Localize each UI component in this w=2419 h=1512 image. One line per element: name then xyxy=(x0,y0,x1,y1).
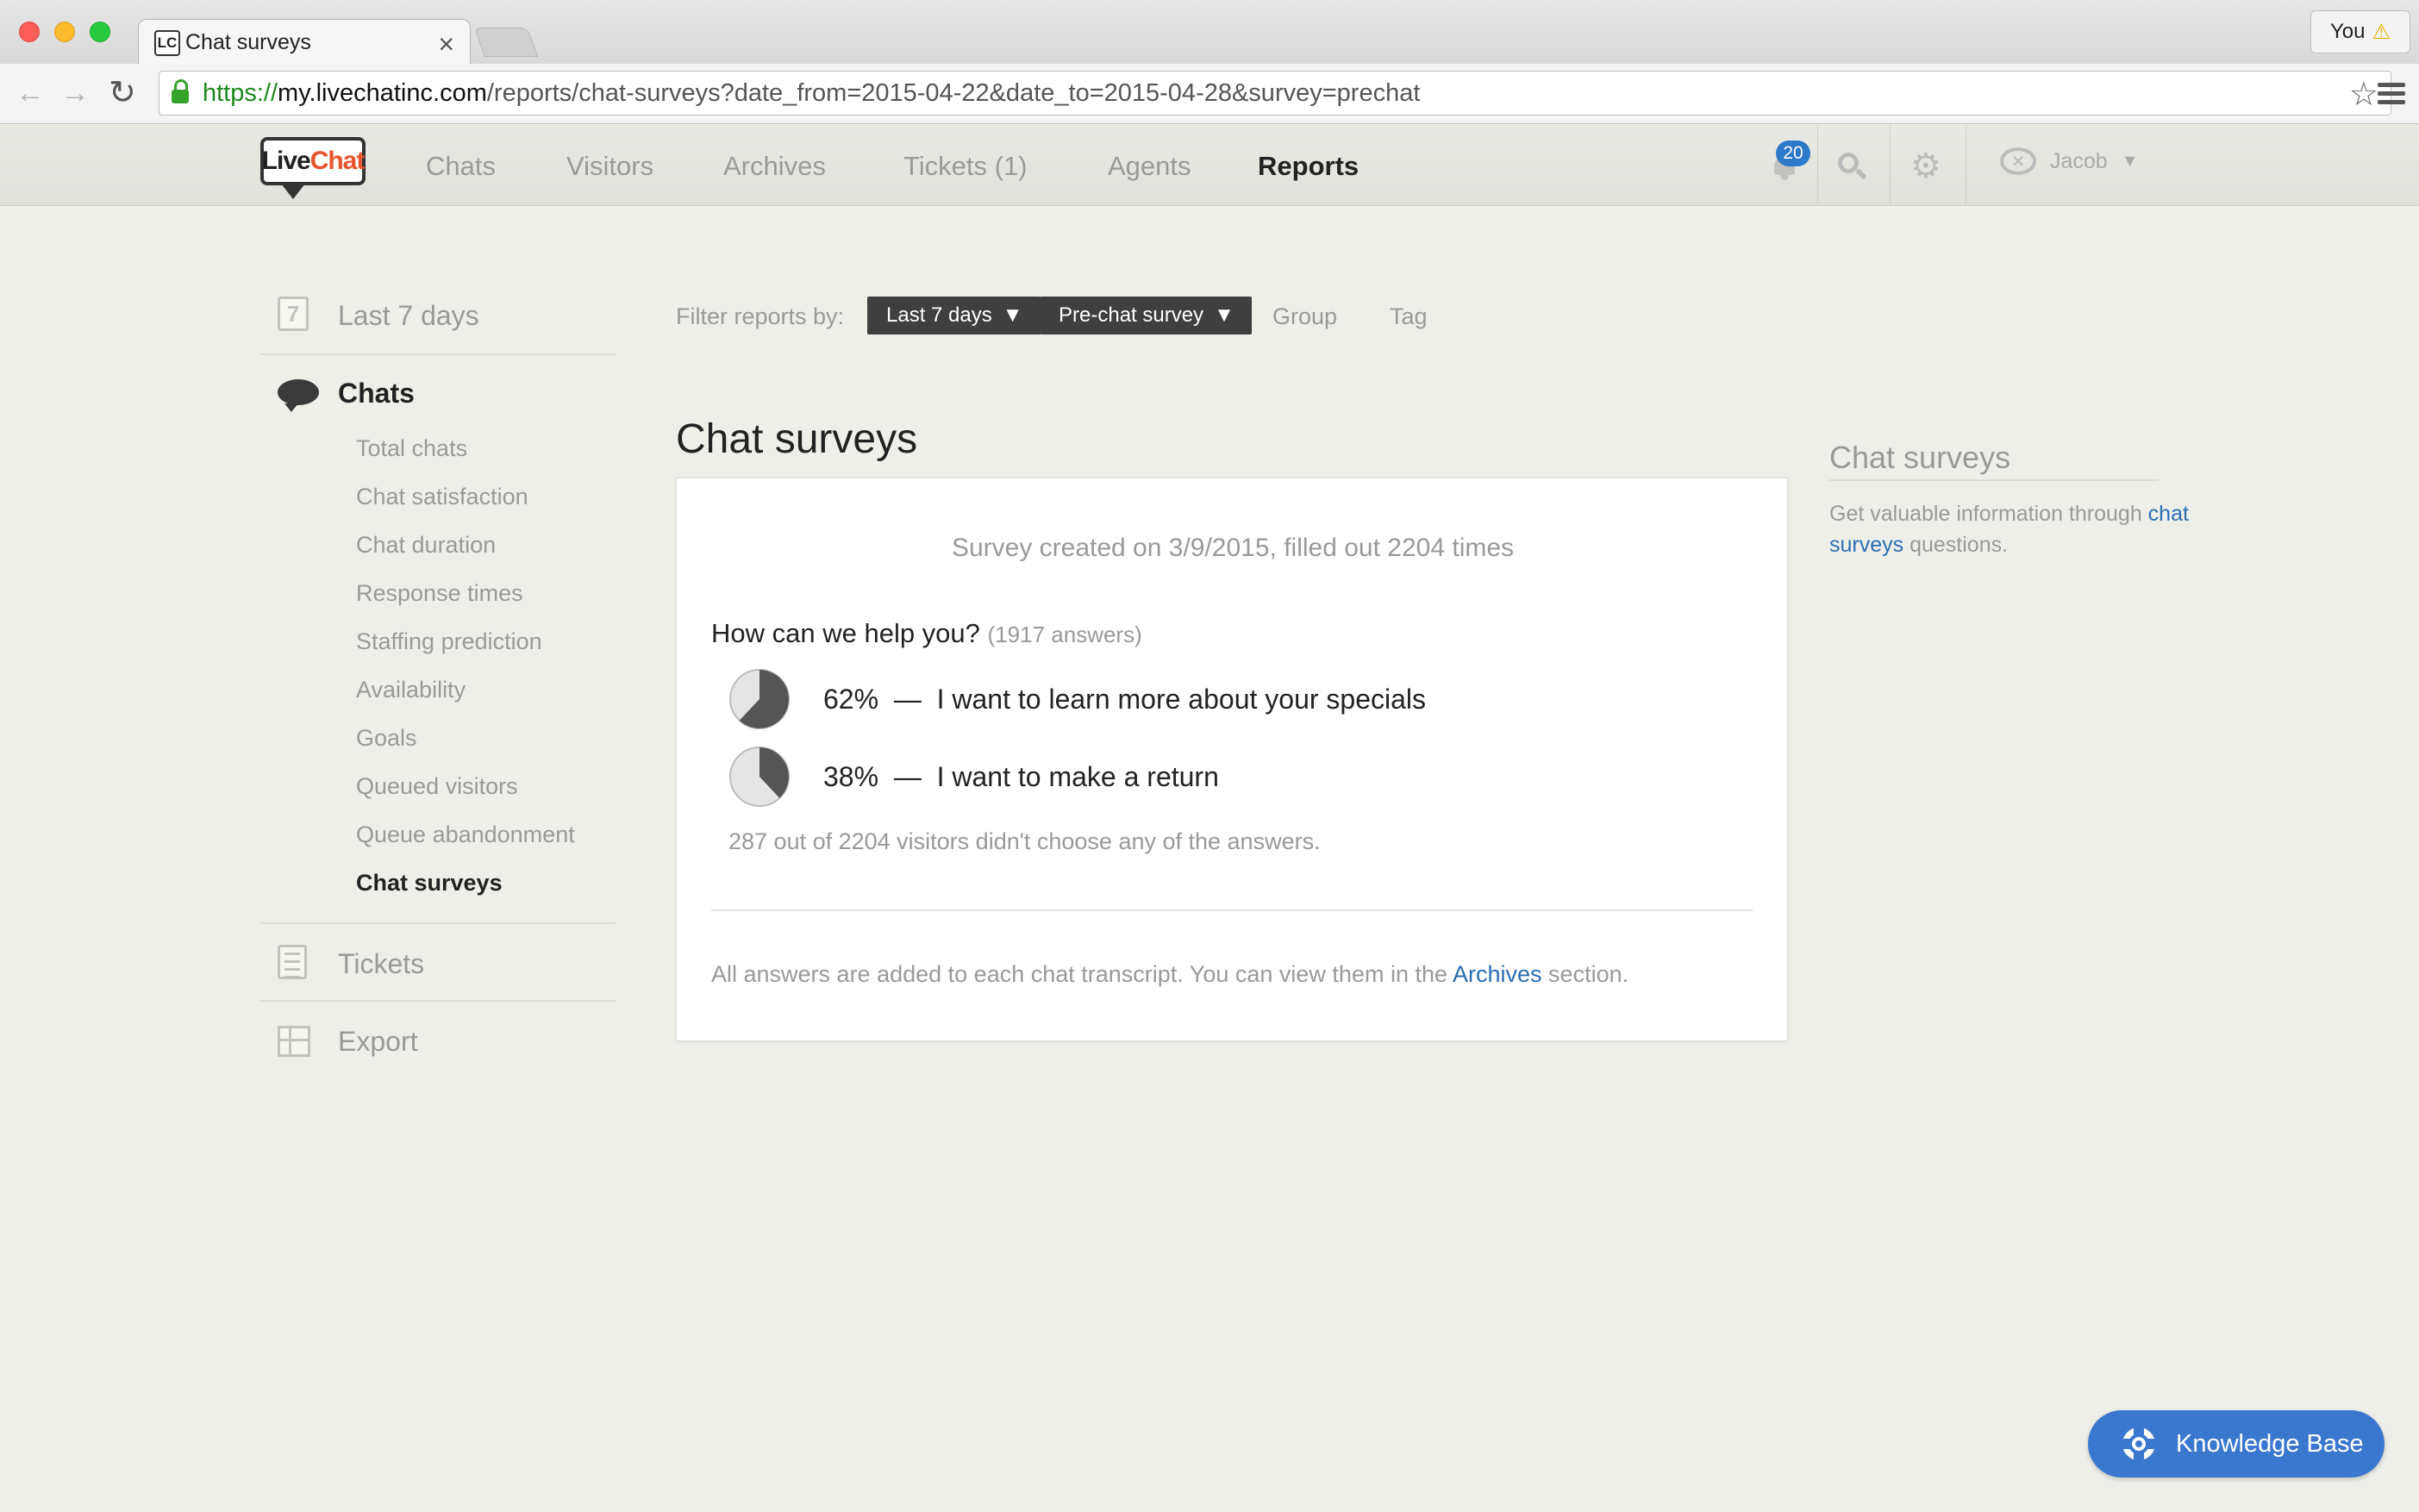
tab-title: Chat surveys xyxy=(185,30,311,54)
sidebar-item-queued-visitors[interactable]: Queued visitors xyxy=(356,773,518,800)
notification-count-badge: 20 xyxy=(1776,141,1810,166)
url-path: /reports/chat-surveys?date_from=2015-04-… xyxy=(486,78,1421,107)
livechat-favicon-icon: LC xyxy=(154,29,180,56)
answer-label: 62% — I want to learn more about your sp… xyxy=(823,683,1427,715)
knowledge-base-button[interactable]: Knowledge Base xyxy=(2088,1410,2385,1478)
logo-live-text: Live xyxy=(261,147,311,175)
sidebar-date-range[interactable]: Last 7 days xyxy=(338,300,479,332)
date-range-dropdown[interactable]: Last 7 days ▼ xyxy=(867,297,1041,334)
sidebar-item-tickets[interactable]: Tickets xyxy=(338,948,424,980)
sidebar-item-export[interactable]: Export xyxy=(338,1026,417,1058)
answer-count: (1917 answers) xyxy=(987,622,1142,647)
help-text: Get valuable information through chat su… xyxy=(1829,498,2189,560)
window-zoom-button[interactable] xyxy=(90,22,110,42)
archives-note-before: All answers are added to each chat trans… xyxy=(711,961,1453,987)
archives-link[interactable]: Archives xyxy=(1453,961,1542,987)
no-answer-note: 287 out of 2204 visitors didn't choose a… xyxy=(728,828,1321,854)
profile-label: You xyxy=(2329,20,2366,43)
back-arrow-icon[interactable]: ← xyxy=(16,78,45,109)
lifebuoy-icon xyxy=(2122,1428,2155,1460)
knowledge-base-label: Knowledge Base xyxy=(2176,1429,2364,1458)
new-tab-button[interactable] xyxy=(473,28,539,57)
sidebar-item-response-times[interactable]: Response times xyxy=(356,580,523,607)
window-close-button[interactable] xyxy=(19,22,40,42)
help-divider xyxy=(1829,479,2159,481)
profile-button[interactable]: You ⚠ xyxy=(2310,10,2410,53)
survey-question: How can we help you? (1917 answers) xyxy=(711,618,1142,649)
nav-visitors[interactable]: Visitors xyxy=(566,151,653,182)
warning-icon: ⚠ xyxy=(2372,20,2391,44)
answer-pie-chart xyxy=(729,669,790,729)
reload-icon[interactable]: ↻ xyxy=(109,77,136,109)
question-text: How can we help you? xyxy=(711,618,980,648)
livechat-logo[interactable]: Live Chat xyxy=(260,137,366,199)
user-menu[interactable]: ✕ Jacob ▼ xyxy=(2000,147,2139,175)
help-text-before: Get valuable information through xyxy=(1829,502,2148,526)
tab-close-icon[interactable]: × xyxy=(438,28,454,60)
search-icon[interactable] xyxy=(1838,153,1868,181)
survey-type-dropdown[interactable]: Pre-chat survey ▼ xyxy=(1040,297,1252,334)
sidebar-item-total-chats[interactable]: Total chats xyxy=(356,435,467,462)
chevron-down-icon: ▼ xyxy=(2121,151,2139,171)
survey-type-value: Pre-chat survey xyxy=(1059,303,1204,327)
export-icon xyxy=(278,1026,310,1057)
sidebar-item-availability[interactable]: Availability xyxy=(356,677,466,703)
archives-note: All answers are added to each chat trans… xyxy=(711,961,1628,988)
sidebar-item-queue-abandonment[interactable]: Queue abandonment xyxy=(356,822,575,848)
help-text-after: questions. xyxy=(1903,533,2009,557)
user-name: Jacob xyxy=(2050,148,2108,173)
window-minimize-button[interactable] xyxy=(54,22,75,42)
calendar-icon: 7 xyxy=(278,297,309,331)
chat-bubble-icon xyxy=(278,379,319,412)
card-divider xyxy=(711,909,1753,911)
browser-menu-icon[interactable] xyxy=(2378,83,2405,105)
bookmark-star-icon[interactable]: ☆ xyxy=(2349,75,2378,114)
ticket-icon xyxy=(278,945,307,979)
sidebar-item-chat-surveys[interactable]: Chat surveys xyxy=(356,870,503,897)
filter-tag-link[interactable]: Tag xyxy=(1390,303,1428,330)
lock-icon xyxy=(172,79,189,103)
caret-down-icon: ▼ xyxy=(1214,303,1235,327)
date-range-value: Last 7 days xyxy=(886,303,992,327)
survey-meta: Survey created on 3/9/2015, filled out 2… xyxy=(951,534,1515,562)
sidebar-item-chats[interactable]: Chats xyxy=(338,378,415,409)
url-scheme: https:// xyxy=(203,78,278,107)
browser-tab-bar: LC Chat surveys × You ⚠ xyxy=(0,0,2419,66)
survey-results-card: Survey created on 3/9/2015, filled out 2… xyxy=(676,478,1788,1041)
status-away-icon: ✕ xyxy=(2000,147,2036,175)
answer-row: 62% — I want to learn more about your sp… xyxy=(728,668,1426,730)
logo-chat-text: Chat xyxy=(309,147,366,175)
sidebar-item-goals[interactable]: Goals xyxy=(356,725,417,752)
nav-chats[interactable]: Chats xyxy=(426,151,496,182)
nav-agents[interactable]: Agents xyxy=(1108,151,1191,182)
sidebar-item-chat-satisfaction[interactable]: Chat satisfaction xyxy=(356,484,528,510)
nav-archives[interactable]: Archives xyxy=(723,151,826,182)
browser-tab[interactable]: LC Chat surveys × xyxy=(138,19,471,66)
caret-down-icon: ▼ xyxy=(1002,303,1023,327)
nav-tickets[interactable]: Tickets (1) xyxy=(903,151,1028,182)
page-title: Chat surveys xyxy=(676,416,918,462)
forward-arrow-icon[interactable]: → xyxy=(60,78,90,109)
sidebar-item-staffing-prediction[interactable]: Staffing prediction xyxy=(356,628,542,655)
answer-row: 38% — I want to make a return xyxy=(728,746,1219,808)
address-bar[interactable]: https://my.livechatinc.com/reports/chat-… xyxy=(159,71,2391,116)
app-header: Live Chat Chats Visitors Archives Tickets… xyxy=(0,125,2419,206)
answer-pie-chart xyxy=(729,747,790,807)
help-title: Chat surveys xyxy=(1829,440,2011,475)
nav-reports[interactable]: Reports xyxy=(1258,151,1359,182)
url-host: my.livechatinc.com xyxy=(278,78,487,107)
sidebar-item-chat-duration[interactable]: Chat duration xyxy=(356,532,496,559)
browser-toolbar: ← → ↻ https://my.livechatinc.com/reports… xyxy=(0,64,2419,124)
archives-note-after: section. xyxy=(1541,961,1629,987)
gear-icon[interactable]: ⚙ xyxy=(1910,149,1941,184)
filter-group-link[interactable]: Group xyxy=(1272,303,1337,330)
filter-label: Filter reports by: xyxy=(676,303,845,329)
answer-label: 38% — I want to make a return xyxy=(823,760,1219,792)
